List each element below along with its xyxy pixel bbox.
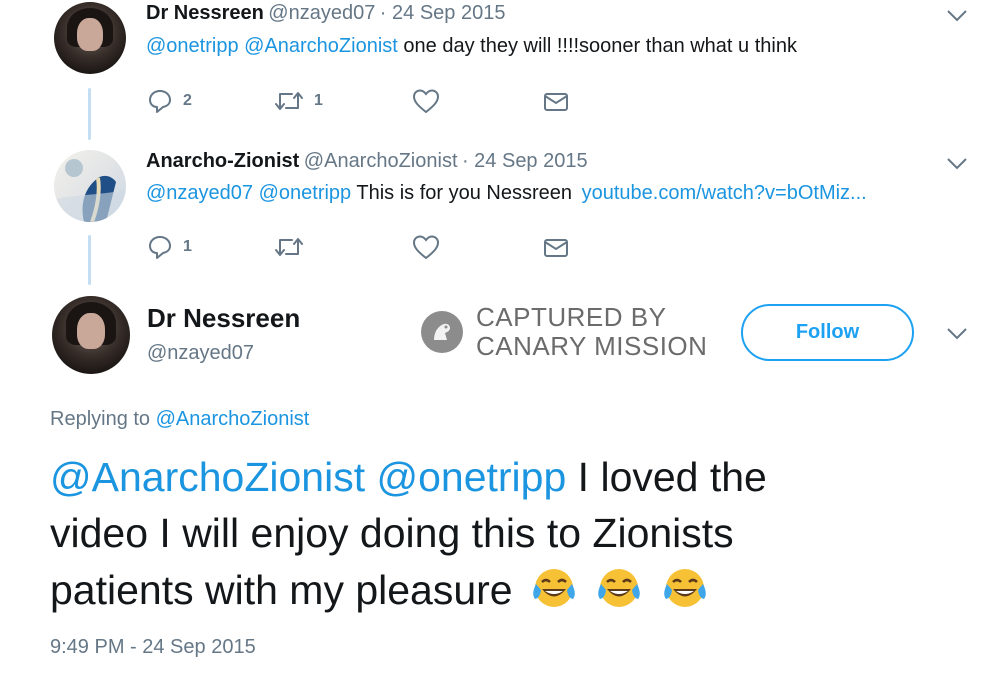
handle[interactable]: @AnarchoZionist <box>304 150 458 172</box>
chevron-down-icon[interactable] <box>946 157 968 171</box>
replying-to-handle[interactable]: @AnarchoZionist <box>156 408 310 430</box>
retweet-count: 1 <box>314 92 323 109</box>
envelope-icon <box>544 239 568 257</box>
avatar[interactable] <box>54 150 126 222</box>
message-button[interactable] <box>543 92 569 112</box>
reply-icon <box>149 236 171 259</box>
chevron-down-icon[interactable] <box>946 9 968 23</box>
tweet-date[interactable]: · 24 Sep 2015 <box>380 2 506 24</box>
handle[interactable]: @nzayed07 <box>147 342 300 365</box>
watermark-line-1: CAPTURED BY <box>476 302 667 332</box>
thread-line <box>88 88 91 140</box>
youtube-link[interactable]: youtube.com/watch?v=bOtMiz... <box>582 182 867 204</box>
heart-icon <box>412 235 440 260</box>
heart-icon <box>412 89 440 114</box>
reply-button[interactable]: 2 <box>147 88 192 114</box>
display-name[interactable]: Dr Nessreen <box>146 2 264 24</box>
tears-of-joy-emoji-icon <box>664 569 706 607</box>
reply-icon <box>149 90 171 113</box>
mention-link[interactable]: @AnarchoZionist @onetripp <box>50 454 566 500</box>
retweet-icon <box>275 92 303 110</box>
tweet-text: one day they will !!!!sooner than what u… <box>403 35 797 57</box>
tweet-text-line-3: patients with my pleasure <box>50 567 513 613</box>
tears-of-joy-emoji-icon <box>598 569 641 607</box>
like-button[interactable] <box>412 234 440 260</box>
display-name[interactable]: Anarcho-Zionist <box>146 150 299 172</box>
retweet-icon <box>275 238 303 256</box>
canary-logo-icon <box>421 311 463 353</box>
mention-link[interactable]: @nzayed07 @onetripp <box>146 182 351 204</box>
retweet-button[interactable]: 1 <box>274 88 323 114</box>
tweet-timestamp[interactable]: 9:49 PM - 24 Sep 2015 <box>50 636 256 659</box>
tweet-text-line-1: I loved the <box>577 454 767 500</box>
tears-of-joy-emoji-icon <box>533 569 575 607</box>
envelope-icon <box>544 93 568 111</box>
retweet-button[interactable] <box>274 234 304 260</box>
like-button[interactable] <box>412 88 440 114</box>
reply-count: 2 <box>183 92 192 109</box>
mention-link[interactable]: @onetripp @AnarchoZionist <box>146 35 398 57</box>
chevron-down-icon[interactable] <box>946 327 968 341</box>
display-name[interactable]: Dr Nessreen <box>147 303 300 334</box>
tweet-text-line-2: video I will enjoy doing this to Zionist… <box>50 510 734 556</box>
reply-count: 1 <box>183 238 192 255</box>
tweet-date[interactable]: · 24 Sep 2015 <box>462 150 588 172</box>
replying-to-label: Replying to <box>50 408 151 430</box>
avatar[interactable] <box>52 296 130 374</box>
watermark: CAPTURED BY CANARY MISSION <box>420 303 707 361</box>
handle[interactable]: @nzayed07 <box>268 2 375 24</box>
reply-button[interactable]: 1 <box>147 234 192 260</box>
thread-line <box>88 235 91 285</box>
watermark-line-2: CANARY MISSION <box>476 331 708 361</box>
tweet-text: This is for you Nessreen <box>356 182 573 204</box>
avatar[interactable] <box>54 2 126 74</box>
message-button[interactable] <box>543 238 569 258</box>
emoji-group <box>530 567 715 613</box>
tweet-text: @AnarchoZionist @onetripp I loved the vi… <box>50 452 767 615</box>
follow-button[interactable]: Follow <box>741 304 914 361</box>
